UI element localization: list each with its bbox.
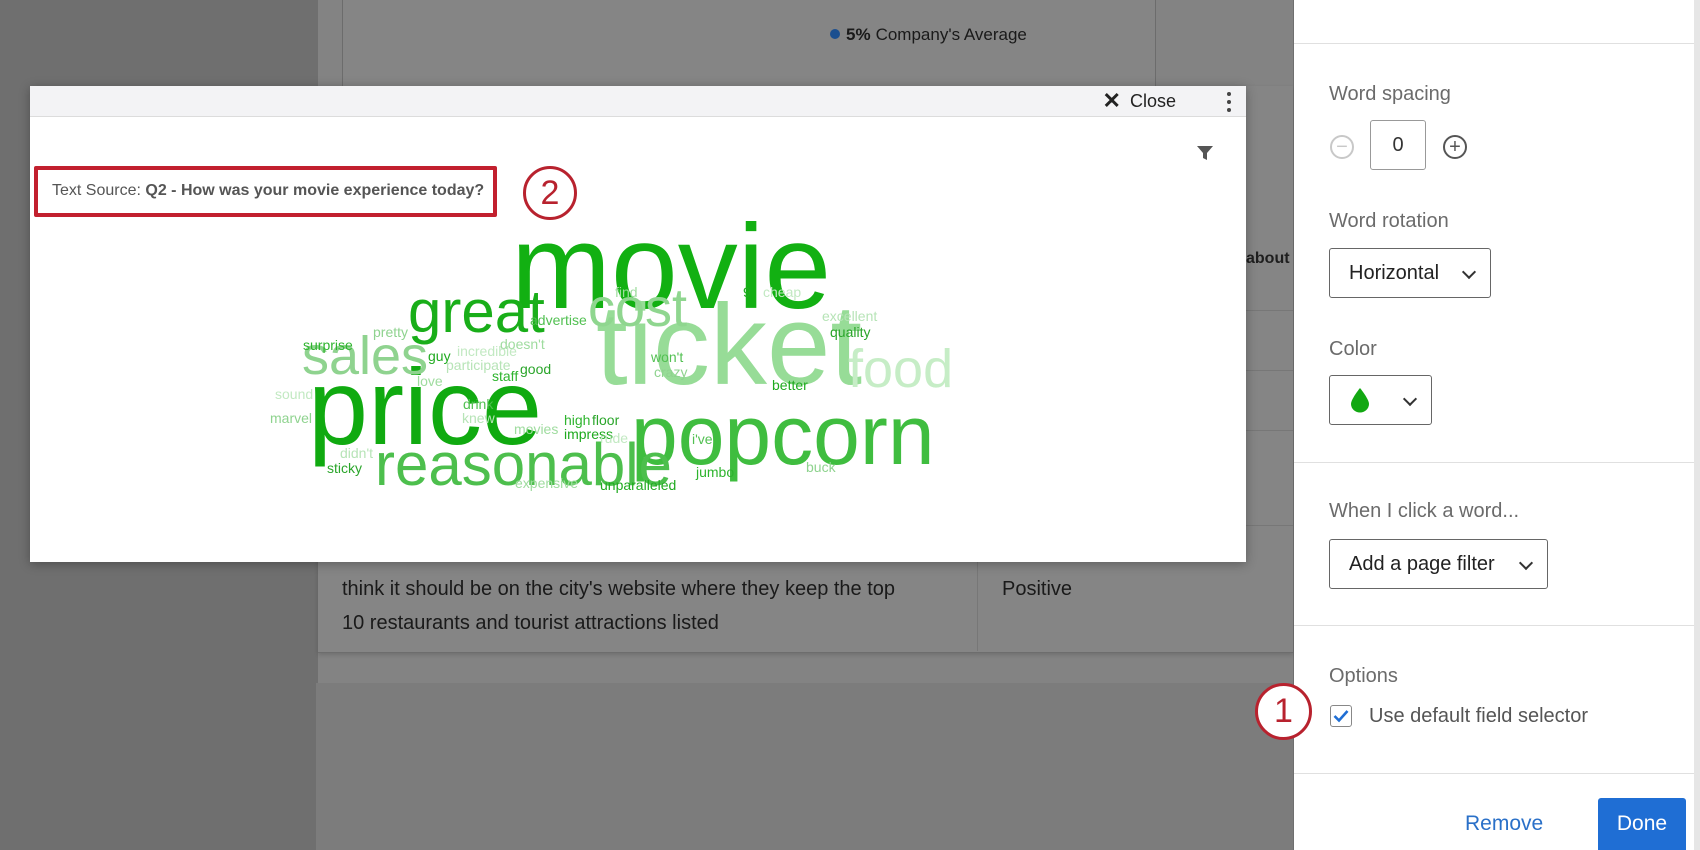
callout-badge: 1 bbox=[1255, 683, 1312, 740]
word-cloud-word[interactable]: quality bbox=[830, 324, 870, 340]
review-line: 10 restaurants and tourist attractions l… bbox=[342, 612, 719, 634]
background-sentiment: Positive bbox=[1002, 578, 1073, 600]
word-cloud-word[interactable]: i've bbox=[692, 431, 713, 447]
chevron-down-icon bbox=[1402, 391, 1418, 407]
word-spacing-label: Word spacing bbox=[1329, 83, 1451, 105]
word-cloud-word[interactable]: food bbox=[848, 339, 953, 399]
click-action-value: Add a page filter bbox=[1349, 552, 1495, 575]
background-chart-card bbox=[342, 0, 1156, 87]
word-cloud-modal: ✕ Close Text Source: Q2 - How was your m… bbox=[30, 86, 1246, 562]
chevron-down-icon bbox=[1518, 555, 1534, 571]
word-cloud-word[interactable]: advertise bbox=[530, 312, 587, 328]
word-cloud-word[interactable]: marvel bbox=[270, 410, 312, 426]
section-divider bbox=[1294, 462, 1694, 463]
word-cloud-word[interactable]: find bbox=[615, 284, 638, 300]
word-cloud-word[interactable]: movies bbox=[514, 421, 558, 437]
word-cloud-word[interactable]: staff bbox=[492, 368, 518, 384]
word-cloud-word[interactable]: cheap bbox=[763, 284, 801, 300]
word-cloud-word[interactable]: crazy bbox=[654, 364, 687, 380]
remove-button[interactable]: Remove bbox=[1465, 812, 1543, 836]
word-rotation-value: Horizontal bbox=[1349, 261, 1440, 284]
section-divider bbox=[1294, 773, 1694, 774]
word-cloud-word[interactable]: buck bbox=[806, 459, 837, 475]
word-spacing-input[interactable]: 0 bbox=[1370, 120, 1426, 170]
default-field-selector-checkbox[interactable] bbox=[1330, 705, 1352, 727]
word-cloud-word[interactable]: jumbo bbox=[695, 464, 734, 480]
word-cloud-word[interactable]: sales bbox=[302, 326, 428, 386]
default-field-selector-label: Use default field selector bbox=[1369, 705, 1589, 727]
word-cloud-word[interactable]: popcorn bbox=[631, 388, 935, 482]
click-action-label: When I click a word... bbox=[1329, 500, 1520, 522]
droplet-icon bbox=[1351, 388, 1369, 413]
options-label: Options bbox=[1329, 665, 1398, 687]
word-cloud-word[interactable]: rude bbox=[600, 430, 628, 446]
review-line: think it should be on the city's website… bbox=[342, 578, 896, 600]
chevron-down-icon bbox=[1461, 264, 1477, 280]
checkmark-icon bbox=[1333, 710, 1349, 723]
section-divider bbox=[1294, 43, 1694, 44]
legend-percent: 5% bbox=[846, 25, 871, 44]
word-cloud-word[interactable]: 9 bbox=[743, 284, 751, 300]
word-cloud-word[interactable]: won't bbox=[650, 349, 683, 365]
panel-scrollbar[interactable] bbox=[1694, 0, 1700, 850]
word-cloud-word[interactable]: good bbox=[520, 361, 551, 377]
click-action-dropdown[interactable]: Add a page filter bbox=[1329, 539, 1548, 589]
word-cloud-word[interactable]: excellent bbox=[822, 308, 877, 324]
word-cloud-word[interactable]: didn't bbox=[340, 445, 373, 461]
legend-dot-icon bbox=[830, 29, 840, 39]
word-cloud-word[interactable]: surprise bbox=[303, 337, 353, 353]
word-rotation-dropdown[interactable]: Horizontal bbox=[1329, 248, 1491, 298]
word-cloud-word[interactable]: love bbox=[417, 373, 443, 389]
word-cloud-word[interactable]: sticky bbox=[327, 460, 362, 476]
decrease-spacing-button[interactable]: − bbox=[1330, 135, 1354, 159]
background-lower-section bbox=[316, 683, 1293, 850]
background-legend: 5% Company's Average bbox=[830, 25, 1027, 45]
color-dropdown[interactable] bbox=[1329, 375, 1432, 425]
background-about-text: about bbox=[1246, 250, 1290, 267]
word-cloud-word[interactable]: better bbox=[772, 377, 808, 393]
increase-spacing-button[interactable]: + bbox=[1443, 135, 1467, 159]
done-button[interactable]: Done bbox=[1598, 798, 1686, 850]
word-cloud-word[interactable]: great bbox=[408, 278, 545, 345]
word-cloud-word[interactable]: sound bbox=[275, 386, 313, 402]
word-rotation-label: Word rotation bbox=[1329, 210, 1449, 232]
color-label: Color bbox=[1329, 338, 1377, 360]
section-divider bbox=[1294, 625, 1694, 626]
word-cloud-word[interactable]: expensive bbox=[515, 475, 578, 491]
background-review-text: think it should be on the city's website… bbox=[342, 572, 962, 640]
word-cloud: movieticketprice popcornreasonablegreat co… bbox=[270, 200, 953, 498]
word-cloud-word[interactable]: pretty bbox=[373, 324, 408, 340]
legend-label: Company's Average bbox=[875, 25, 1027, 44]
word-cloud-word[interactable]: knew bbox=[462, 410, 496, 426]
word-cloud-word[interactable]: unparalleled bbox=[600, 477, 676, 493]
